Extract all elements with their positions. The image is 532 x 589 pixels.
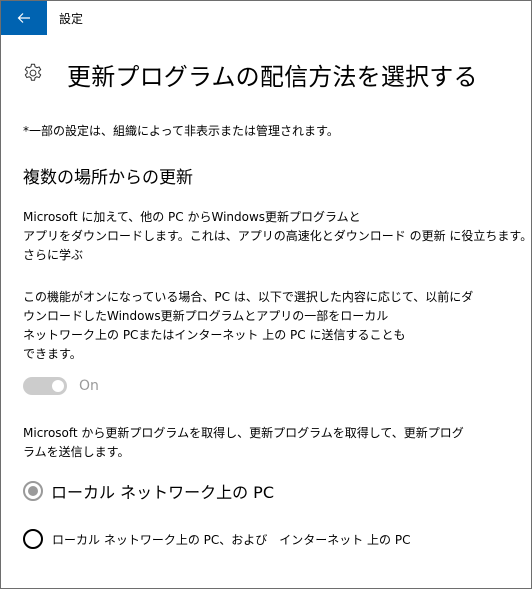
description-line: アプリをダウンロードします。これは、アプリの高速化とダウンロード の更新 に役立… bbox=[23, 229, 532, 243]
toggle-state-label: On bbox=[79, 378, 99, 394]
options-description-line: Microsoft から更新プログラムを取得し、更新プログラムを取得して、更新プ… bbox=[23, 426, 464, 440]
radio-button-unselected[interactable] bbox=[23, 529, 43, 549]
feature-explanation-paragraph: この機能がオンになっている場合、PC は、以下で選択した内容に応じて、以前にダ … bbox=[23, 288, 473, 364]
description-line: Microsoft に加えて、他の PC からWindows更新プログラムと bbox=[23, 210, 361, 224]
explanation-line: この機能がオンになっている場合、PC は、以下で選択した内容に応じて、以前にダ bbox=[23, 290, 474, 304]
radio-selected-dot bbox=[28, 486, 38, 496]
source-options-paragraph: Microsoft から更新プログラムを取得し、更新プログラムを取得して、更新プ… bbox=[23, 424, 464, 462]
section-heading: 複数の場所からの更新 bbox=[23, 168, 193, 188]
delivery-optimization-toggle[interactable] bbox=[23, 377, 67, 395]
title-bar: 設定 bbox=[1, 1, 531, 35]
explanation-line: できます。 bbox=[23, 347, 82, 361]
radio-label-local-network: ローカル ネットワーク上の PC bbox=[51, 483, 274, 502]
settings-window: 設定 更新プログラムの配信方法を選択する *一部の設定は、組織によって非表示また… bbox=[0, 0, 532, 589]
radio-option-local-network[interactable]: ローカル ネットワーク上の PC bbox=[23, 479, 274, 503]
explanation-line: ウンロードしたWindows更新プログラムとアプリの一部をローカル bbox=[23, 309, 389, 323]
managed-by-org-note: *一部の設定は、組織によって非表示または管理されます。 bbox=[23, 124, 339, 138]
page-title: 更新プログラムの配信方法を選択する bbox=[67, 63, 478, 91]
app-title: 設定 bbox=[59, 12, 84, 26]
back-button[interactable] bbox=[1, 1, 47, 35]
learn-more-link[interactable]: さらに学ぶ bbox=[23, 246, 531, 265]
radio-label-local-and-internet: ローカル ネットワーク上の PC、および インターネット 上の PC bbox=[52, 532, 411, 547]
gear-icon bbox=[24, 63, 42, 81]
explanation-line: ネットワーク上の PCまたはインターネット 上の PC に送信することも bbox=[23, 328, 406, 342]
description-paragraph: Microsoft に加えて、他の PC からWindows更新プログラムと ア… bbox=[23, 208, 532, 265]
toggle-knob bbox=[52, 380, 64, 392]
options-description-line: ラムを送信します。 bbox=[23, 445, 130, 459]
radio-option-local-and-internet[interactable]: ローカル ネットワーク上の PC、および インターネット 上の PC bbox=[23, 529, 411, 549]
back-arrow-icon bbox=[17, 13, 30, 23]
radio-button-selected[interactable] bbox=[23, 481, 43, 501]
